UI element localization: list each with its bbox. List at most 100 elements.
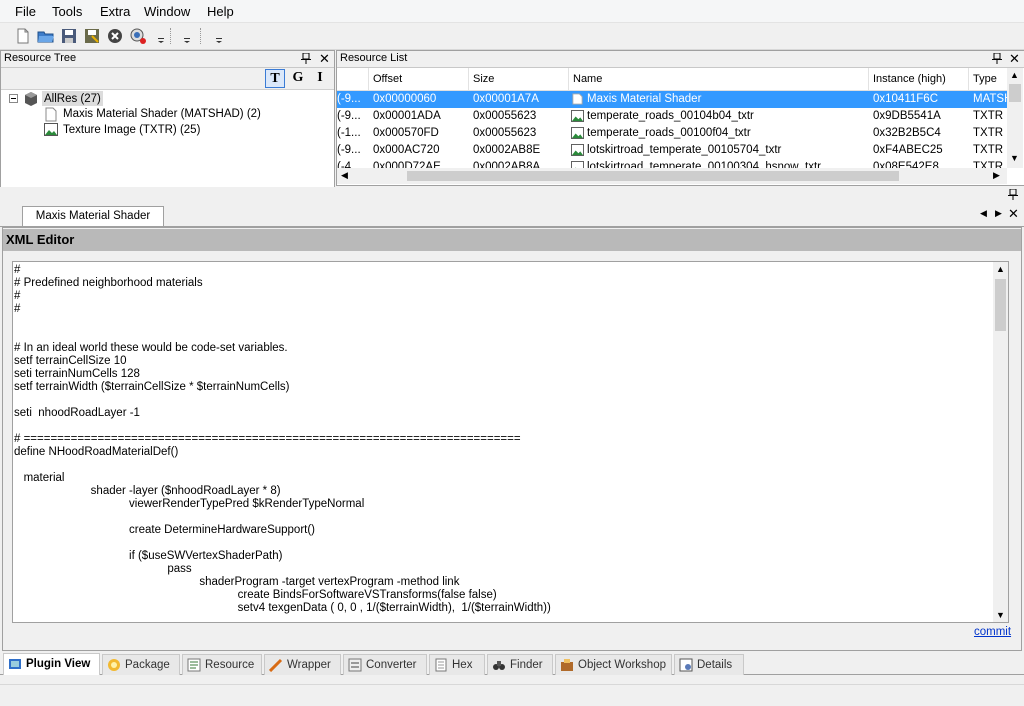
table-cell-pre: (-9...: [337, 110, 361, 122]
table-cell-instance: 0x10411F6C: [873, 93, 938, 105]
table-cell-offset: 0x000AC720: [373, 144, 440, 156]
tree-node-matshad[interactable]: Maxis Material Shader (MATSHAD) (2): [63, 108, 261, 120]
tab-scroll-left-icon[interactable]: ◀: [980, 208, 987, 219]
close-icon[interactable]: ✕: [319, 51, 330, 67]
close-icon[interactable]: ✕: [1008, 206, 1019, 222]
toolbar-dropdown-icon[interactable]: [216, 37, 222, 43]
save-icon[interactable]: [60, 27, 78, 45]
code-line: shader -layer ($nhoodRoadLayer * 8): [14, 485, 281, 497]
package-icon: [108, 659, 120, 671]
tab-scroll-right-icon[interactable]: ▶: [995, 208, 1002, 219]
code-line: #: [14, 264, 21, 276]
tree-view: AllRes (27) Maxis Material Shader (MATSH…: [1, 89, 334, 196]
image-icon: [571, 144, 584, 156]
table-row[interactable]: (-9... 0x000AC720 0x0002AB8E lotskirtroad_t…: [337, 142, 1007, 159]
close-icon[interactable]: ✕: [1009, 51, 1020, 67]
new-file-icon[interactable]: [14, 27, 32, 45]
table-cell-name: Maxis Material Shader: [587, 93, 702, 105]
converter-icon: [348, 658, 362, 672]
horizontal-scrollbar[interactable]: ◀ ▶: [337, 168, 1007, 184]
code-line: #: [14, 303, 21, 315]
code-line: shaderProgram -target vertexProgram -met…: [14, 576, 460, 588]
panel-title: Resource Tree: [4, 52, 77, 64]
table-cell-type: MATSH: [973, 93, 1007, 105]
column-header-offset[interactable]: Offset: [369, 68, 469, 90]
tab-resource[interactable]: Resource: [182, 654, 262, 675]
commit-link[interactable]: commit: [974, 626, 1011, 638]
scroll-right-icon[interactable]: ▶: [993, 170, 1000, 181]
table-cell-name: temperate_roads_00104b04_txtr: [587, 110, 754, 122]
table-cell-type: TXTR: [973, 110, 1004, 122]
workshop-icon: [561, 659, 573, 671]
filter-type-button[interactable]: T: [265, 69, 285, 88]
toolbar-dropdown-icon[interactable]: [158, 37, 164, 43]
close-circle-icon[interactable]: [106, 27, 124, 45]
filter-group-button[interactable]: G: [289, 69, 307, 88]
document-tab-strip: Maxis Material Shader ◀ ▶ ✕: [0, 203, 1024, 227]
xml-editor-content[interactable]: # # Predefined neighborhood materials # # # …: [14, 264, 989, 616]
pin-icon[interactable]: [301, 53, 311, 64]
column-header-blank[interactable]: [337, 68, 369, 90]
table-row[interactable]: (-9... 0x00000060 0x00001A7A Maxis Material…: [337, 91, 1007, 108]
code-line: if ($useSWVertexShaderPath): [14, 550, 283, 562]
document-icon: [572, 93, 583, 105]
table-cell-pre: (-1...: [337, 127, 361, 139]
filter-instance-button[interactable]: I: [312, 69, 328, 88]
scroll-down-icon[interactable]: ▼: [996, 610, 1005, 620]
editor-vertical-scrollbar[interactable]: ▲ ▼: [993, 262, 1008, 622]
code-line: pass: [14, 563, 192, 575]
scroll-down-icon[interactable]: ▼: [1010, 153, 1019, 163]
vertical-scrollbar[interactable]: ▲ ▼: [1007, 68, 1023, 168]
code-line: seti nhoodRoadLayer -1: [14, 407, 140, 419]
scroll-thumb[interactable]: [995, 279, 1006, 331]
image-icon: [44, 123, 58, 136]
open-folder-icon[interactable]: [37, 27, 55, 45]
tab-wrapper[interactable]: Wrapper: [264, 654, 341, 675]
tab-package[interactable]: Package: [102, 654, 180, 675]
table-row[interactable]: (-1... 0x000570FD 0x00055623 temperate_road…: [337, 125, 1007, 142]
menu-extra[interactable]: Extra: [100, 4, 130, 19]
code-line: material: [14, 472, 65, 484]
column-header-instance[interactable]: Instance (high): [869, 68, 969, 90]
save-all-icon[interactable]: [83, 27, 101, 45]
scroll-left-icon[interactable]: ◀: [341, 170, 348, 181]
tab-object-workshop[interactable]: Object Workshop: [555, 654, 672, 675]
binoculars-icon: [493, 661, 505, 670]
table-cell-type: TXTR: [973, 127, 1004, 139]
tab-hex[interactable]: Hex: [429, 654, 485, 675]
pin-icon[interactable]: [992, 53, 1002, 64]
column-header-type[interactable]: Type: [969, 68, 1009, 90]
resource-list-rows: (-9... 0x00000060 0x00001A7A Maxis Material…: [337, 91, 1007, 169]
toolbar-dropdown-icon[interactable]: [184, 37, 190, 43]
document-tab-maxis-material-shader[interactable]: Maxis Material Shader: [22, 206, 164, 226]
tree-root-node[interactable]: AllRes (27): [42, 91, 103, 106]
pin-icon[interactable]: [1008, 189, 1018, 200]
tab-finder[interactable]: Finder: [487, 654, 553, 675]
menu-help[interactable]: Help: [207, 4, 234, 19]
scroll-up-icon[interactable]: ▲: [996, 264, 1005, 274]
tab-plugin-view[interactable]: Plugin View: [3, 653, 100, 675]
column-header-size[interactable]: Size: [469, 68, 569, 90]
table-cell-instance: 0x32B2B5C4: [873, 127, 941, 139]
collapse-icon[interactable]: [9, 94, 18, 103]
menu-tools[interactable]: Tools: [52, 4, 82, 19]
table-cell-instance: 0x9DB5541A: [873, 110, 941, 122]
plugin-view-icon: [9, 659, 21, 669]
table-cell-offset: 0x00001ADA: [373, 110, 441, 122]
toolbar-separator: [200, 28, 202, 44]
tab-converter[interactable]: Converter: [343, 654, 427, 675]
scroll-thumb[interactable]: [1009, 84, 1021, 102]
scroll-up-icon[interactable]: ▲: [1010, 70, 1019, 80]
table-cell-offset: 0x00000060: [373, 93, 437, 105]
tree-node-txtr[interactable]: Texture Image (TXTR) (25): [63, 124, 200, 136]
code-line: # In an ideal world these would be code-…: [14, 342, 288, 354]
package-cube-icon: [25, 92, 37, 106]
preview-icon[interactable]: [129, 27, 147, 45]
menu-file[interactable]: File: [15, 4, 36, 19]
menu-window[interactable]: Window: [144, 4, 190, 19]
tab-details[interactable]: Details: [674, 654, 744, 675]
scroll-thumb[interactable]: [407, 171, 899, 181]
column-header-name[interactable]: Name: [569, 68, 869, 90]
table-row[interactable]: (-9... 0x00001ADA 0x00055623 temperate_road…: [337, 108, 1007, 125]
